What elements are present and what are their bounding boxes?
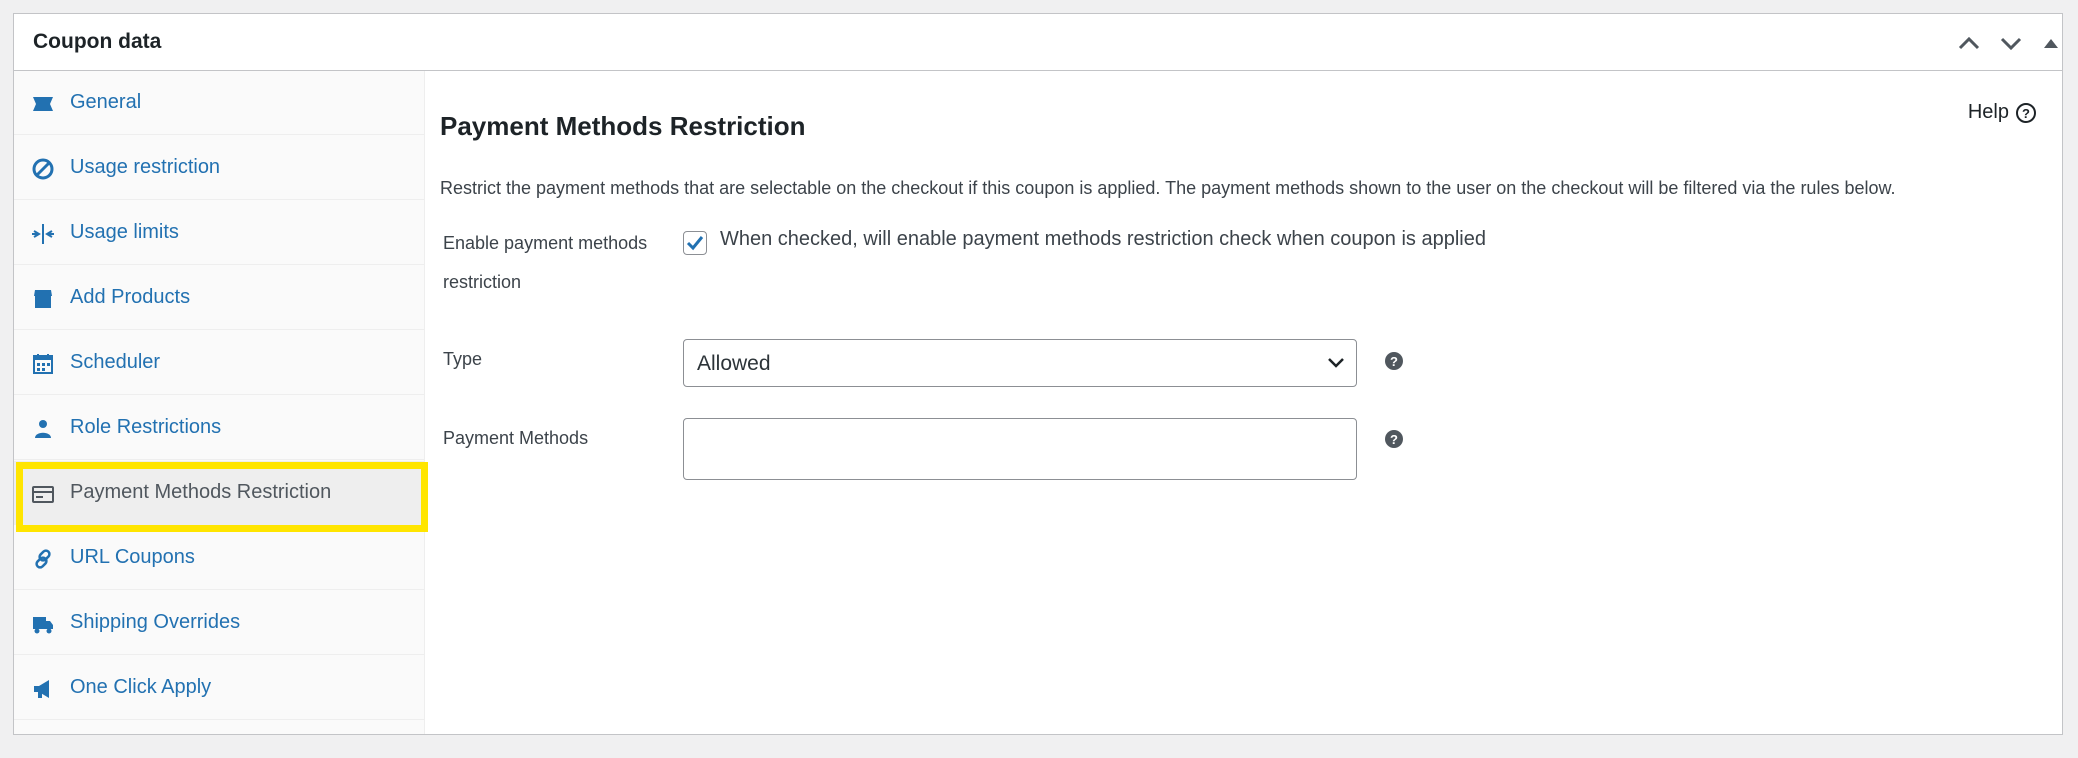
tab-label: Add Products (70, 286, 191, 308)
type-label: Type (443, 349, 483, 369)
enable-label-line1: Enable payment methods (443, 233, 648, 253)
megaphone-icon (31, 677, 55, 701)
section-description: Restrict the payment methods that are se… (440, 178, 1896, 198)
store-icon (31, 287, 55, 311)
tab-usage-restriction[interactable]: Usage restriction (14, 136, 424, 200)
ticket-icon (31, 92, 55, 116)
tab-label: Usage restriction (70, 156, 221, 178)
tab-shipping-overrides[interactable]: Shipping Overrides (14, 591, 424, 655)
tab-general[interactable]: General (14, 71, 424, 135)
tab-one-click-apply[interactable]: One Click Apply (14, 656, 424, 720)
collapse-up-icon[interactable] (1955, 30, 1983, 56)
section-heading: Payment Methods Restriction (440, 111, 806, 141)
coupon-data-panel: Coupon data General Usage restriction Us… (13, 13, 2063, 735)
toggle-triangle-icon[interactable] (2037, 30, 2065, 56)
card-icon (31, 482, 55, 506)
calendar-icon (31, 352, 55, 376)
payment-methods-help-tip-icon[interactable]: ? (1384, 429, 1404, 449)
panel-title: Coupon data (33, 30, 162, 53)
tab-label: Shipping Overrides (70, 611, 241, 633)
tab-panel: Payment Methods Restriction Help ? Restr… (425, 71, 2062, 734)
tab-label: General (70, 91, 142, 113)
tab-scheduler[interactable]: Scheduler (14, 331, 424, 395)
link-icon (31, 547, 55, 571)
ban-icon (31, 157, 55, 181)
tab-payment-methods-restriction[interactable]: Payment Methods Restriction (14, 461, 424, 525)
limits-icon (31, 222, 55, 246)
tab-label: One Click Apply (70, 676, 212, 698)
enable-checkbox-description: When checked, will enable payment method… (720, 228, 1486, 250)
checkmark-icon (686, 236, 704, 251)
svg-text:?: ? (1390, 432, 1398, 447)
tab-usage-limits[interactable]: Usage limits (14, 201, 424, 265)
tab-add-products[interactable]: Add Products (14, 266, 424, 330)
person-icon (31, 417, 55, 441)
tab-label: URL Coupons (70, 546, 195, 568)
truck-icon (31, 612, 55, 636)
type-select-value: Allowed (697, 352, 771, 375)
svg-text:?: ? (2022, 106, 2030, 121)
help-label: Help (1967, 101, 2009, 123)
enable-label-line2: restriction (443, 272, 522, 292)
chevron-down-icon (1328, 358, 1344, 368)
payment-methods-label: Payment Methods (443, 428, 589, 448)
enable-restriction-checkbox[interactable] (683, 231, 707, 255)
tab-url-coupons[interactable]: URL Coupons (14, 526, 424, 590)
type-select[interactable]: Allowed (683, 339, 1357, 387)
help-button[interactable]: Help ? (1968, 101, 2037, 124)
question-circle-icon: ? (2016, 102, 2036, 123)
tab-label: Usage limits (70, 221, 179, 243)
sidebar: General Usage restriction Usage limits A… (14, 71, 425, 734)
collapse-down-icon[interactable] (1997, 30, 2025, 56)
tab-label: Payment Methods Restriction (70, 481, 332, 503)
payment-methods-input[interactable] (683, 418, 1357, 480)
tab-role-restrictions[interactable]: Role Restrictions (14, 396, 424, 460)
tab-label: Role Restrictions (70, 416, 222, 438)
panel-header: Coupon data (14, 14, 2062, 71)
tab-label: Scheduler (70, 351, 161, 373)
svg-text:?: ? (1390, 354, 1398, 369)
type-help-tip-icon[interactable]: ? (1384, 351, 1404, 371)
